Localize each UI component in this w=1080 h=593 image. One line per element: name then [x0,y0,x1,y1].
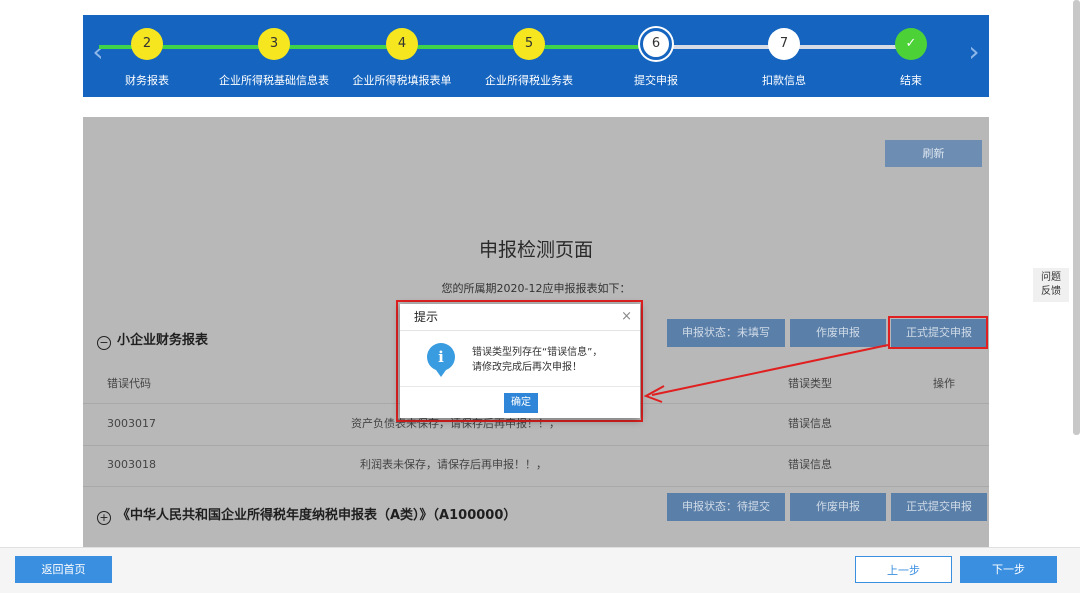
arrow-line [651,344,889,396]
footer-bar: 返回首页 上一步 下一步 [0,547,1080,593]
message-line: 请修改完成后再次申报！ [472,362,582,373]
info-icon: i [427,343,455,377]
feedback-label: 反馈 [1041,286,1061,297]
feedback-label: 问题 [1041,272,1061,283]
message-line: 错误类型列存在“错误信息”， [472,347,603,358]
dialog-title: 提示 [414,310,439,324]
confirm-button[interactable]: 确定 [504,393,538,413]
scrollbar[interactable] [1073,0,1080,435]
alert-dialog: 提示 × i 错误类型列存在“错误信息”， 请修改完成后再次申报！ 确定 [400,304,640,418]
annotation-arrow [643,344,889,403]
next-step-button[interactable]: 下一步 [960,556,1057,583]
dialog-header: 提示 × [400,304,640,331]
dialog-footer: 确定 [400,387,640,420]
prev-step-button[interactable]: 上一步 [855,556,952,583]
feedback-widget[interactable]: 问题 反馈 [1033,268,1069,302]
dialog-body: i 错误类型列存在“错误信息”， 请修改完成后再次申报！ [400,331,640,387]
close-icon[interactable]: × [621,304,632,330]
dialog-message: 错误类型列存在“错误信息”， 请修改完成后再次申报！ [472,345,602,375]
return-home-button[interactable]: 返回首页 [15,556,112,583]
